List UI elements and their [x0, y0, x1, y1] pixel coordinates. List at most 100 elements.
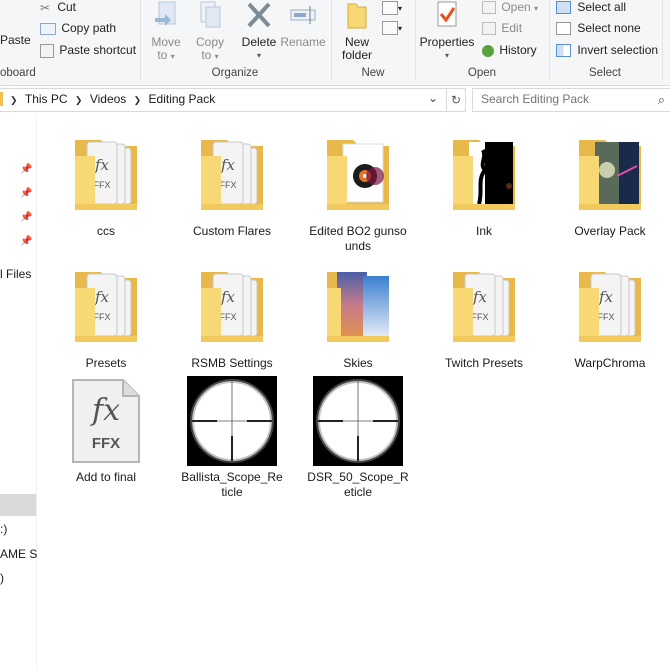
- new-group-label: New: [361, 67, 385, 79]
- folder-item[interactable]: fx FFX Twitch Presets: [424, 262, 544, 371]
- paste-label: Paste: [0, 33, 31, 47]
- new-folder-icon: [347, 3, 367, 29]
- breadcrumb-editing-pack[interactable]: Editing Pack: [149, 92, 216, 106]
- history-button[interactable]: History: [482, 43, 537, 57]
- history-label: History: [499, 43, 537, 57]
- nav-item-drive-2[interactable]: ): [0, 571, 4, 585]
- item-name: Edited BO2 gunsounds: [309, 224, 407, 253]
- ffx-glyph: FFX: [92, 435, 120, 452]
- breadcrumb: ❯ This PC ❯ Videos ❯ Editing Pack: [10, 92, 219, 106]
- open-button[interactable]: Open ▾: [482, 0, 538, 15]
- refresh-icon[interactable]: ↻: [446, 88, 466, 112]
- rename-label: Rename: [280, 35, 326, 49]
- file-item[interactable]: DSR_50_Scope_Reticle: [298, 376, 418, 500]
- item-name: Twitch Presets: [444, 356, 524, 370]
- fx-glyph: fx: [90, 393, 120, 428]
- invert-selection-label: Invert selection: [577, 43, 659, 57]
- folder-item[interactable]: fx FFX RSMB Settings: [172, 262, 292, 371]
- breadcrumb-videos[interactable]: Videos: [90, 92, 126, 106]
- cut-button[interactable]: ✂ Cut: [40, 0, 76, 15]
- item-name: ccs: [97, 224, 115, 238]
- item-name: Skies: [343, 356, 373, 370]
- image-thumbnail: [313, 376, 403, 466]
- invert-selection-button[interactable]: Invert selection: [556, 43, 659, 58]
- navigation-pane: 📌 📌 📌 📌 l Files :) AME S ): [0, 118, 37, 670]
- paste-shortcut-label: Paste shortcut: [59, 43, 137, 57]
- file-item[interactable]: fx FFX Add to final: [46, 376, 166, 485]
- breadcrumb-this-pc[interactable]: This PC: [25, 92, 68, 106]
- dropdown-arrow-icon: ▾: [444, 51, 449, 60]
- dropdown-arrow-icon: ▾: [398, 24, 403, 33]
- copy-path-button[interactable]: Copy path: [40, 21, 116, 35]
- folder-item[interactable]: fx FFX ccs: [46, 130, 166, 239]
- properties-button[interactable]: Properties ▾: [418, 0, 476, 62]
- chevron-down-icon[interactable]: ⌄: [428, 91, 438, 105]
- folder-icon: fx FFX: [439, 262, 529, 352]
- breadcrumb-separator-icon: ❯: [10, 95, 18, 105]
- new-item-icon: [382, 0, 398, 15]
- ribbon-divider: [662, 0, 663, 80]
- breadcrumb-separator-icon: ❯: [133, 95, 142, 105]
- item-name: Custom Flares: [192, 224, 272, 238]
- image-thumbnail: [187, 376, 277, 466]
- properties-label: Properties: [419, 35, 475, 49]
- search-input[interactable]: [473, 89, 659, 109]
- new-folder-button[interactable]: New folder: [337, 0, 377, 62]
- edit-icon: [482, 22, 496, 36]
- file-item[interactable]: Ballista_Scope_Reticle: [172, 376, 292, 500]
- new-item-button[interactable]: ▾: [382, 0, 402, 15]
- nav-item-drive[interactable]: :): [0, 522, 7, 536]
- copy-to-icon: [200, 1, 221, 28]
- search-box[interactable]: ⌕: [472, 88, 670, 112]
- cut-label: Cut: [57, 0, 77, 14]
- rename-button[interactable]: Rename: [280, 0, 326, 49]
- address-bar[interactable]: ❯ This PC ❯ Videos ❯ Editing Pack ⌄: [0, 88, 447, 112]
- item-name: WarpChroma: [574, 356, 646, 370]
- item-name: Overlay Pack: [574, 224, 646, 238]
- folder-item[interactable]: Overlay Pack: [550, 130, 670, 239]
- select-all-icon: [556, 1, 571, 15]
- folder-icon: [439, 130, 529, 220]
- folder-item[interactable]: Skies: [298, 262, 418, 371]
- folder-icon: fx FFX: [61, 262, 151, 352]
- open-icon: [482, 1, 496, 15]
- ffx-file-icon: fx FFX: [61, 376, 151, 466]
- folder-icon: fx FFX: [187, 130, 277, 220]
- pin-icon: 📌: [20, 236, 33, 247]
- item-name: RSMB Settings: [191, 356, 273, 370]
- copy-to-button[interactable]: Copy to ▾: [190, 0, 230, 63]
- select-none-button[interactable]: Select none: [556, 21, 641, 36]
- folder-icon: fx FFX: [61, 130, 151, 220]
- folder-item[interactable]: fx FFX WarpChroma: [550, 262, 670, 371]
- folder-icon: fx FFX: [565, 262, 655, 352]
- dropdown-arrow-icon: ▾: [214, 52, 219, 61]
- item-name: DSR_50_Scope_Reticle: [307, 470, 409, 499]
- folder-item[interactable]: fx FFX Custom Flares: [172, 130, 292, 239]
- move-to-label-2: to ▾: [157, 48, 175, 62]
- dropdown-arrow-icon: ▾: [256, 51, 261, 60]
- nav-item-game[interactable]: AME S: [0, 547, 37, 561]
- nav-item-files[interactable]: l Files: [0, 267, 31, 281]
- paste-shortcut-icon: [40, 43, 54, 58]
- move-to-button[interactable]: Move to ▾: [146, 0, 186, 63]
- easy-access-button[interactable]: ▾: [382, 20, 402, 35]
- edit-label: Edit: [501, 21, 523, 35]
- open-label: Open: [501, 0, 531, 14]
- folder-item[interactable]: fx FFX Presets: [46, 262, 166, 371]
- folder-item[interactable]: Ink: [424, 130, 544, 239]
- open-group-label: Open: [467, 67, 497, 79]
- select-all-label: Select all: [577, 0, 627, 14]
- folder-item[interactable]: Edited BO2 gunsounds: [298, 130, 418, 254]
- paste-button[interactable]: Paste: [0, 33, 31, 47]
- search-icon: ⌕: [657, 92, 665, 107]
- edit-button[interactable]: Edit: [482, 21, 523, 36]
- paste-shortcut-button[interactable]: Paste shortcut: [40, 43, 136, 58]
- delete-button[interactable]: Delete ▾: [238, 0, 280, 62]
- delete-label: Delete: [241, 35, 277, 49]
- folder-icon: [0, 92, 3, 106]
- select-all-button[interactable]: Select all: [556, 0, 627, 15]
- breadcrumb-separator-icon: ❯: [74, 95, 83, 105]
- history-icon: [482, 44, 494, 57]
- nav-item-selected[interactable]: [0, 494, 36, 516]
- item-name: Ink: [475, 224, 492, 238]
